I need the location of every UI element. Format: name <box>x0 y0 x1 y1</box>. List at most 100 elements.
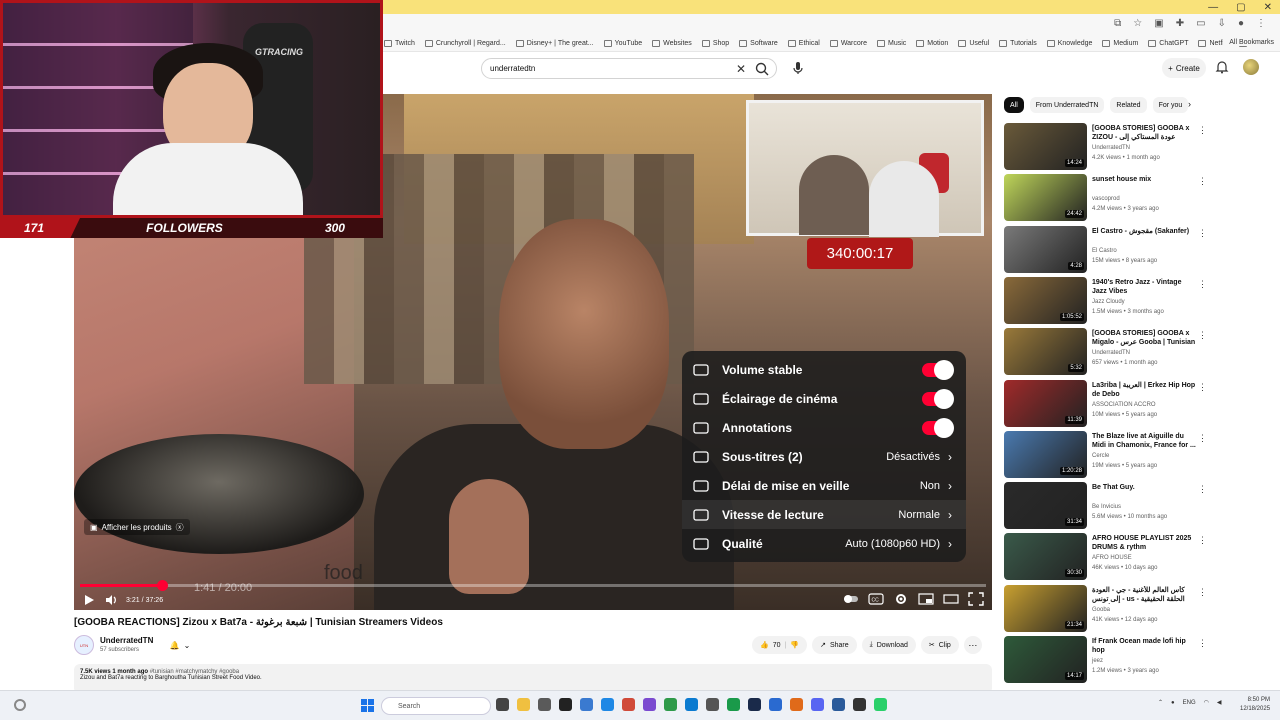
more-options-icon[interactable]: ⋮ <box>1198 587 1207 598</box>
recommendation-thumbnail[interactable]: 1:20:28 <box>1004 430 1087 478</box>
bookmark-item[interactable]: Motion <box>916 40 948 47</box>
recommendation-item[interactable]: 1:20:28 The Blaze live at Aiguille du Mid… <box>1004 430 1214 479</box>
like-button[interactable]: 👍 70 | 👎 <box>752 636 808 654</box>
recommendation-title[interactable]: [GOOBA STORIES] GOOBA x Migalo - عرس Goo… <box>1092 329 1196 347</box>
recommendation-title[interactable]: 1940's Retro Jazz - Vintage Jazz Vibes <box>1092 278 1196 296</box>
recommendation-item[interactable]: 4:28 El Castro - مقجوش (Sakanfer) El Castr… <box>1004 225 1214 274</box>
bookmark-item[interactable]: Medium <box>1102 40 1138 47</box>
settings-row-2[interactable]: Éclairage de cinéma <box>682 384 966 413</box>
mic-tray-icon[interactable]: ● <box>1171 700 1175 706</box>
fullscreen-icon[interactable] <box>968 592 984 606</box>
more-options-icon[interactable]: ⋮ <box>1198 279 1207 290</box>
extension-icon[interactable]: ▣ <box>1154 18 1163 29</box>
recommendation-channel[interactable]: El Castro <box>1092 248 1117 254</box>
close-icon[interactable]: ✕ <box>1264 2 1272 13</box>
settings-gear-icon[interactable] <box>893 592 909 606</box>
thumbs-down-icon[interactable]: 👎 <box>790 641 799 649</box>
recommendation-channel[interactable]: UnderratedTN <box>1092 350 1130 356</box>
miniplayer-icon[interactable] <box>918 592 934 606</box>
recommendation-title[interactable]: El Castro - مقجوش (Sakanfer) <box>1092 227 1196 236</box>
app-green-icon[interactable] <box>874 698 887 711</box>
recommendation-thumbnail[interactable]: 4:28 <box>1004 225 1087 273</box>
chrome-icon[interactable] <box>664 698 677 711</box>
app-navy-icon[interactable] <box>832 698 845 711</box>
settings-row-7[interactable]: Qualité Auto (1080p60 HD) › <box>682 529 966 558</box>
more-options-icon[interactable]: ⋮ <box>1198 638 1207 649</box>
recommendation-thumbnail[interactable]: 14:24 <box>1004 123 1087 170</box>
install-icon[interactable]: ⧉ <box>1114 18 1121 29</box>
recommendation-channel[interactable]: UnderratedTN <box>1092 145 1130 151</box>
recommendation-item[interactable]: 14:17 If Frank Ocean made lofi hip hop jee… <box>1004 636 1214 684</box>
recommendation-thumbnail[interactable]: 21:34 <box>1004 584 1087 632</box>
menu-icon[interactable]: ⋮ <box>1256 18 1266 29</box>
play-icon[interactable] <box>82 593 96 607</box>
recommendation-channel[interactable]: AFRO HOUSE <box>1092 555 1132 561</box>
more-options-icon[interactable]: ⋮ <box>1198 382 1207 393</box>
twitch-icon[interactable] <box>643 698 656 711</box>
more-options-icon[interactable]: ⋮ <box>1198 228 1207 239</box>
chevron-up-icon[interactable]: ⌃ <box>1158 699 1163 706</box>
cast-icon[interactable]: ▭ <box>1196 18 1205 29</box>
recommendation-title[interactable]: The Blaze live at Aiguille du Midi in Ch… <box>1092 432 1196 450</box>
bookmark-item[interactable]: Disney+ | The great... <box>515 40 594 47</box>
search-box[interactable]: underratedtn ✕ <box>481 58 777 79</box>
obs-icon[interactable] <box>853 698 866 711</box>
notion-icon[interactable] <box>559 698 572 711</box>
bookmark-item[interactable]: Useful <box>958 40 989 47</box>
app-icon[interactable] <box>706 698 719 711</box>
more-actions-icon[interactable]: ⋯ <box>963 636 982 654</box>
wifi-icon[interactable]: ◠ <box>1204 699 1209 706</box>
chevron-right-icon[interactable]: › <box>1188 99 1191 109</box>
recommendation-channel[interactable]: Cercle <box>1092 453 1109 459</box>
bookmark-item[interactable]: Warcore <box>829 40 867 47</box>
recommendation-item[interactable]: 21:34 كأس العالم للأغنية - جي - العودة إل… <box>1004 584 1214 633</box>
task-view-icon[interactable] <box>496 698 509 711</box>
show-products-button[interactable]: ▣ Afficher les produits ⓧ <box>84 519 190 535</box>
profile-icon[interactable]: ● <box>1238 18 1244 29</box>
file-explorer-icon[interactable] <box>517 698 530 711</box>
recommendation-thumbnail[interactable]: 30:30 <box>1004 533 1087 581</box>
toggle-switch[interactable] <box>922 417 954 438</box>
recommendation-thumbnail[interactable]: 5:32 <box>1004 328 1087 376</box>
toggle-switch[interactable] <box>922 359 954 380</box>
recommendation-title[interactable]: [GOOBA STORIES] GOOBA x ZIZOU - عودة الم… <box>1092 124 1196 142</box>
recommendation-channel[interactable]: Gooba <box>1092 607 1110 613</box>
taskbar-search[interactable]: Search <box>381 697 491 715</box>
microphone-icon[interactable] <box>790 60 806 76</box>
recommendation-item[interactable]: 5:32 [GOOBA STORIES] GOOBA x Migalo - عرس… <box>1004 328 1214 376</box>
more-options-icon[interactable]: ⋮ <box>1198 535 1207 546</box>
steam-icon[interactable] <box>748 698 761 711</box>
puzzle-icon[interactable]: ✚ <box>1176 18 1184 29</box>
recommendation-title[interactable]: If Frank Ocean made lofi hip hop <box>1092 637 1196 655</box>
office-icon[interactable] <box>622 698 635 711</box>
recommendation-channel[interactable]: vascoprod <box>1092 196 1120 202</box>
download-icon[interactable]: ⇩ <box>1218 18 1226 29</box>
recommendation-title[interactable]: Be That Guy. <box>1092 483 1196 492</box>
clip-button[interactable]: ✂ Clip <box>920 636 959 654</box>
account-avatar[interactable] <box>1243 59 1259 75</box>
bookmark-item[interactable]: Knowledge <box>1046 40 1092 47</box>
channel-name[interactable]: UnderratedTN <box>100 636 153 645</box>
speaker-icon[interactable]: ◀ <box>1217 699 1222 706</box>
filter-chip[interactable]: From UnderratedTN <box>1029 97 1105 113</box>
bookmark-item[interactable]: Crunchyroll | Regard... <box>424 40 506 47</box>
more-options-icon[interactable]: ⋮ <box>1198 330 1207 341</box>
recommendation-channel[interactable]: ASSOCIATION ACCRO <box>1092 402 1156 408</box>
mail-icon[interactable] <box>580 698 593 711</box>
recommendation-title[interactable]: sunset house mix <box>1092 175 1196 184</box>
settings-row-6[interactable]: Vitesse de lecture Normale › <box>682 500 966 529</box>
search-icon[interactable] <box>754 61 770 77</box>
minimize-icon[interactable]: — <box>1208 2 1218 13</box>
more-options-icon[interactable]: ⋮ <box>1198 176 1207 187</box>
outlook-icon[interactable] <box>601 698 614 711</box>
filter-chip[interactable]: Related <box>1110 97 1147 113</box>
filter-chip[interactable]: All <box>1004 97 1024 113</box>
share-button[interactable]: ↗ Share <box>812 636 857 654</box>
download-button[interactable]: ⤓ Download <box>861 636 916 654</box>
recommendation-thumbnail[interactable]: 24:42 <box>1004 174 1087 222</box>
recommendation-item[interactable]: 14:24 [GOOBA STORIES] GOOBA x ZIZOU - عود… <box>1004 123 1214 171</box>
theater-mode-icon[interactable] <box>943 592 959 606</box>
taskbar-clock[interactable]: 8:50 PM 12/18/2025 <box>1240 696 1270 714</box>
search-input[interactable]: underratedtn <box>490 64 535 73</box>
bookmark-item[interactable]: Shop <box>701 40 729 47</box>
